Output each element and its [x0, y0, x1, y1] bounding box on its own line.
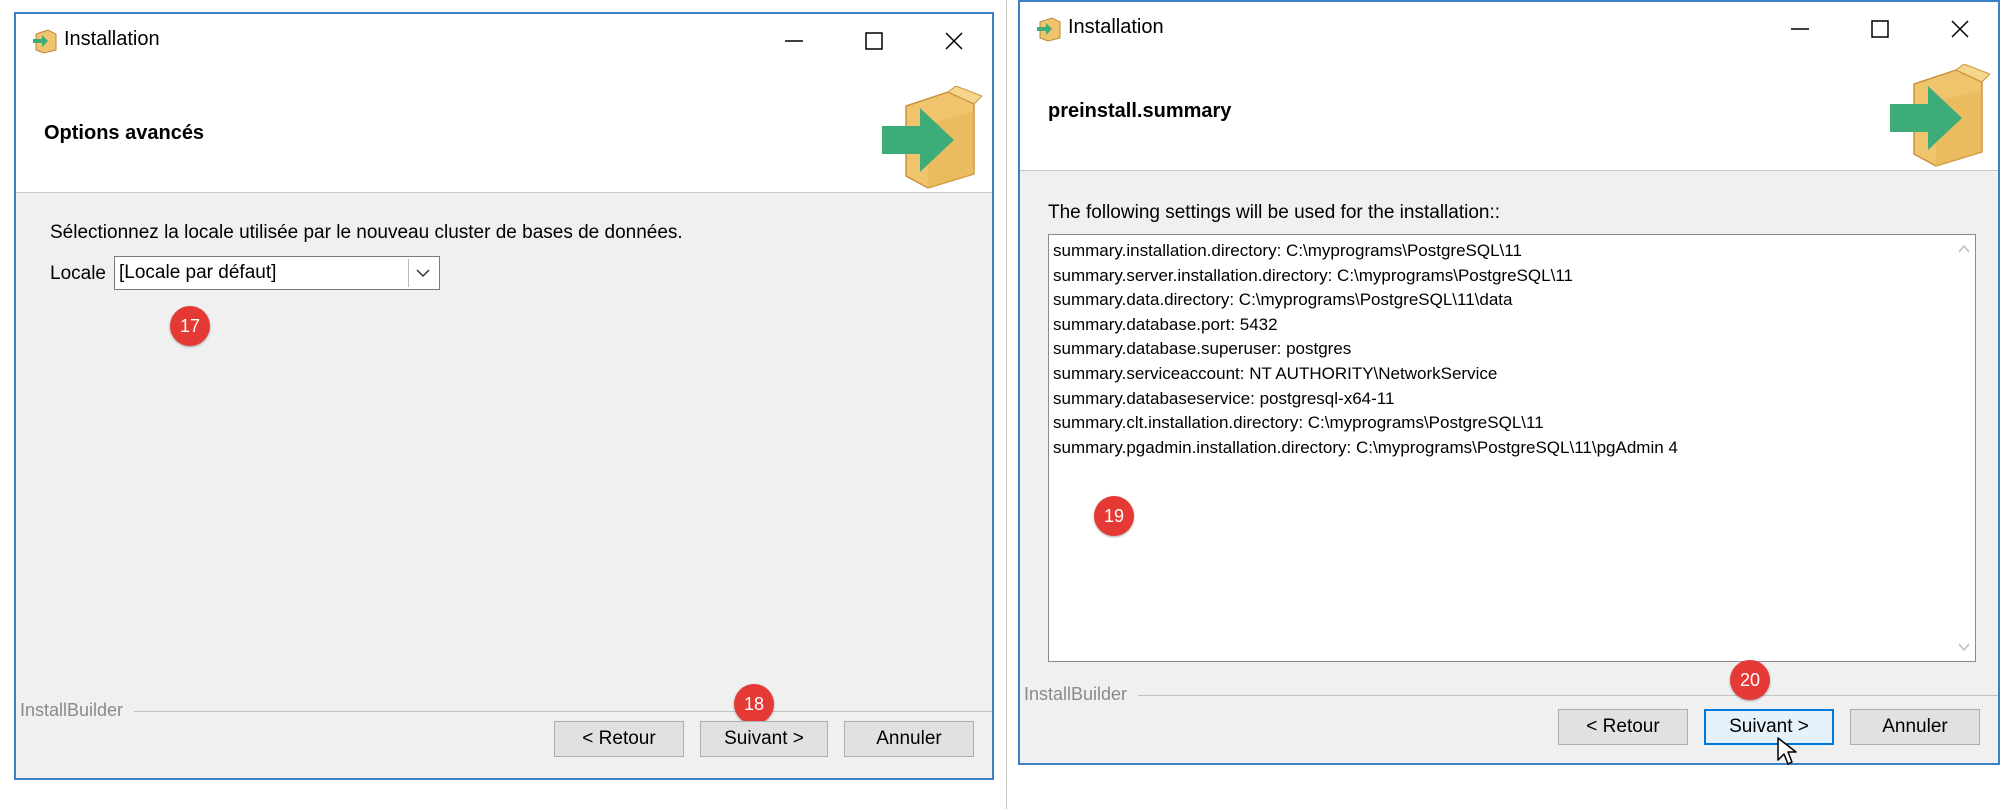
close-icon	[1951, 20, 1969, 38]
step-badge-20: 20	[1730, 660, 1770, 700]
step-badge-19: 19	[1094, 496, 1134, 536]
mouse-pointer-icon	[1777, 737, 1797, 765]
locale-label: Locale	[50, 263, 106, 284]
summary-line: summary.installation.directory: C:\mypro…	[1053, 241, 1522, 260]
footer-divider	[1138, 695, 1998, 696]
cancel-button[interactable]: Annuler	[844, 721, 974, 757]
page-header: Options avancés	[16, 68, 992, 193]
installbuilder-label: InstallBuilder	[20, 700, 124, 720]
scroll-up-icon[interactable]	[1956, 241, 1972, 257]
chevron-down-icon	[416, 269, 430, 278]
installer-box-arrow-icon	[882, 86, 982, 189]
summary-intro-text: The following settings will be used for …	[1048, 202, 1501, 223]
maximize-icon	[865, 32, 883, 50]
screenshot-divider	[1006, 0, 1007, 809]
summary-text-area[interactable]: summary.installation.directory: C:\mypro…	[1048, 234, 1976, 662]
step-badge-17: 17	[170, 306, 210, 346]
summary-line: summary.databaseservice: postgresql-x64-…	[1053, 388, 1395, 408]
cancel-button[interactable]: Annuler	[1850, 709, 1980, 745]
summary-line: summary.clt.installation.directory: C:\m…	[1053, 413, 1544, 433]
installer-box-arrow-icon	[1037, 17, 1061, 42]
step-badge-18: 18	[734, 684, 774, 724]
title-bar[interactable]: Installation	[16, 14, 992, 68]
summary-line: summary.database.superuser: postgres	[1053, 339, 1352, 359]
scroll-down-icon[interactable]	[1956, 639, 1972, 655]
close-icon	[945, 32, 963, 50]
next-button[interactable]: Suivant >	[700, 721, 828, 757]
maximize-button[interactable]	[834, 14, 914, 68]
back-button[interactable]: < Retour	[554, 721, 684, 757]
maximize-icon	[1871, 20, 1889, 38]
summary-line: summary.pgadmin.installation.directory: …	[1053, 437, 1678, 457]
installer-window-advanced-options: Installation Options avancés Sélectionne…	[14, 12, 994, 780]
dropdown-button[interactable]	[408, 259, 437, 287]
installer-box-arrow-icon	[33, 29, 57, 54]
minimize-icon	[1791, 28, 1809, 30]
instruction-text: Sélectionnez la locale utilisée par le n…	[50, 222, 683, 243]
installbuilder-label: InstallBuilder	[1024, 684, 1128, 704]
summary-line: summary.server.installation.directory: C…	[1053, 265, 1573, 285]
installer-window-summary: Installation preinstall.summary The foll…	[1018, 0, 2000, 765]
back-button[interactable]: < Retour	[1558, 709, 1688, 745]
page-title: Options avancés	[44, 122, 205, 144]
page-title: preinstall.summary	[1048, 100, 1232, 122]
minimize-button[interactable]	[754, 14, 834, 68]
footer-divider	[134, 711, 992, 712]
locale-select[interactable]: [Locale par défaut]	[114, 256, 440, 290]
summary-line: summary.database.port: 5432	[1053, 314, 1278, 334]
summary-lines: summary.installation.directory: C:\mypro…	[1053, 239, 1678, 460]
next-button[interactable]: Suivant >	[1704, 709, 1834, 745]
minimize-icon	[785, 40, 803, 42]
vertical-scrollbar[interactable]	[1953, 235, 1975, 661]
page-header: preinstall.summary	[1020, 48, 1998, 171]
window-title: Installation	[1068, 16, 1164, 38]
installer-box-arrow-icon	[1890, 64, 1990, 167]
window-title: Installation	[64, 28, 160, 50]
summary-line: summary.data.directory: C:\myprograms\Po…	[1053, 290, 1513, 310]
summary-line: summary.serviceaccount: NT AUTHORITY\Net…	[1053, 363, 1498, 383]
close-button[interactable]	[914, 14, 994, 68]
locale-selected-value: [Locale par défaut]	[119, 262, 277, 283]
